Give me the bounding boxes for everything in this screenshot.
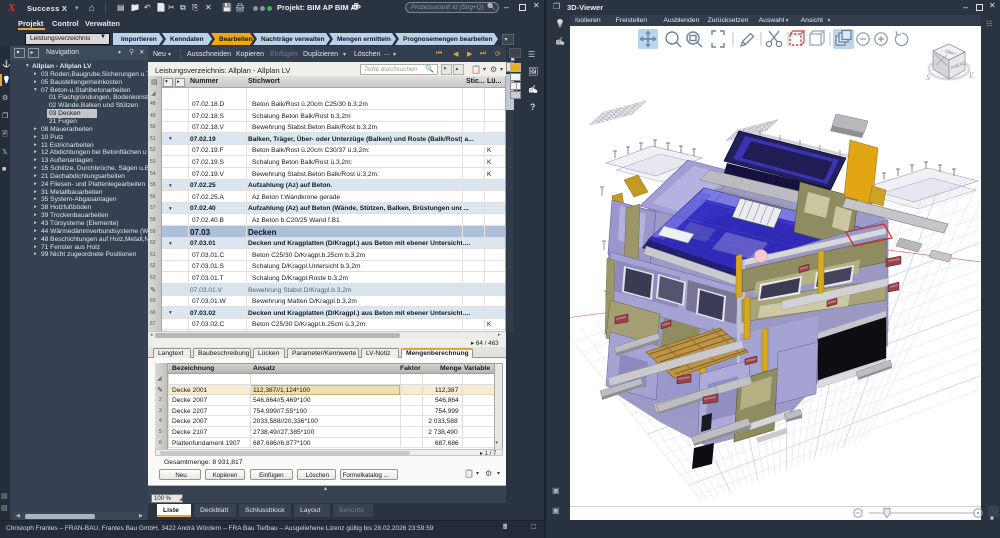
svg-text:S: S (926, 73, 930, 82)
svg-text:E: E (968, 71, 974, 80)
